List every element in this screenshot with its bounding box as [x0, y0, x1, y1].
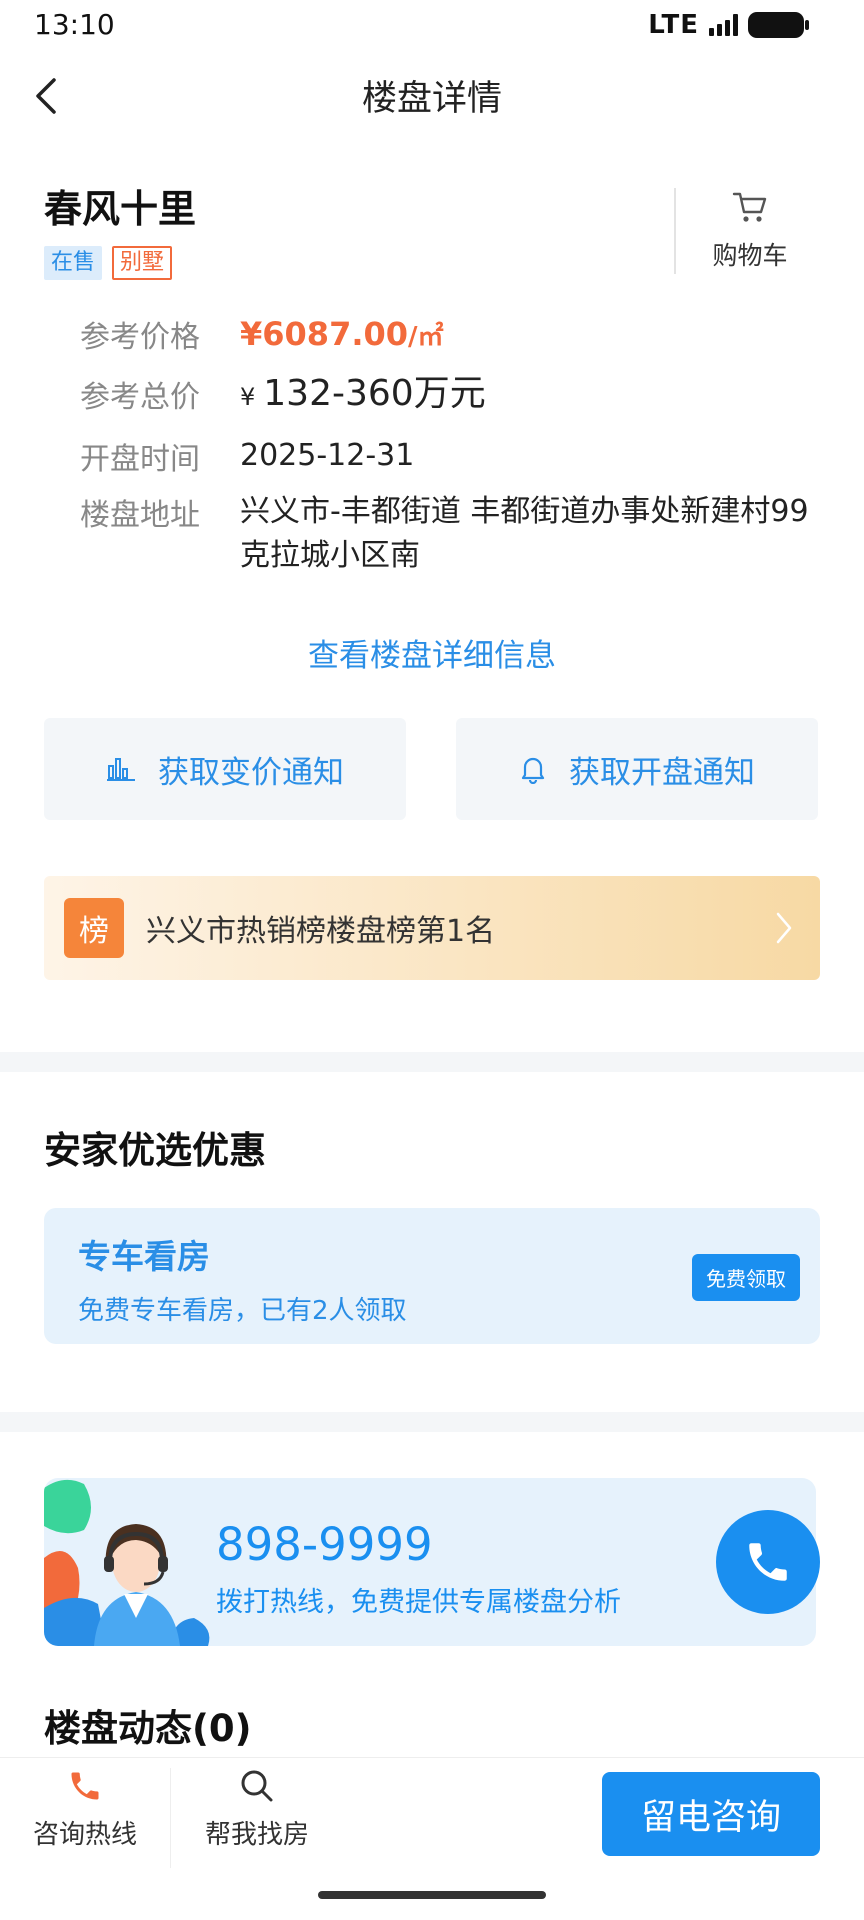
total-amount: 132-360万元	[263, 373, 486, 414]
status-icons: LTE	[648, 10, 809, 40]
phone-icon	[71, 1772, 99, 1800]
news-section-title: 楼盘动态(0)	[44, 1707, 252, 1750]
leave-phone-consult-button[interactable]: 留电咨询	[602, 1772, 820, 1856]
phone-icon	[749, 1543, 787, 1581]
detail-info-link[interactable]: 查看楼盘详细信息	[0, 630, 864, 675]
divider	[170, 1768, 171, 1868]
address-row: 楼盘地址 兴义市-丰都街道 丰都街道办事处新建村99克拉城小区南	[80, 490, 820, 578]
opening-notify-label: 获取开盘通知	[569, 754, 755, 791]
find-house-tab[interactable]: 帮我找房	[182, 1768, 332, 1851]
status-badge: 在售	[44, 246, 103, 280]
offer-desc: 免费专车看房，已有2人领取	[78, 1296, 407, 1326]
opening-notify-button[interactable]: 获取开盘通知	[456, 718, 818, 820]
call-button[interactable]	[716, 1510, 820, 1614]
price-change-notify-label: 获取变价通知	[158, 754, 344, 791]
open-value: 2025-12-31	[240, 438, 415, 473]
open-label: 开盘时间	[80, 442, 200, 477]
hot-rank-banner[interactable]: 榜 兴义市热销榜楼盘榜第1名	[44, 876, 820, 980]
hotline-desc: 拨打热线，免费提供专属楼盘分析	[216, 1587, 621, 1618]
nav-bar: 楼盘详情	[0, 60, 864, 130]
section-divider	[0, 1052, 864, 1072]
address-label: 楼盘地址	[80, 498, 200, 533]
project-info: 参考价格 ¥6087.00/㎡ 参考总价 ¥132-360万元 开盘时间 202…	[80, 312, 820, 578]
total-value: ¥132-360万元	[240, 372, 486, 434]
price-label: 参考价格	[80, 320, 200, 355]
divider	[674, 188, 676, 274]
cart-label: 购物车	[712, 241, 788, 270]
price-value: ¥6087.00/㎡	[240, 312, 444, 372]
rank-badge: 榜	[64, 898, 124, 958]
bell-icon	[521, 757, 545, 784]
chevron-right-icon	[776, 912, 792, 944]
page-title: 楼盘详情	[361, 79, 502, 119]
hotline-tab[interactable]: 咨询热线	[10, 1768, 160, 1851]
hotline-tab-label: 咨询热线	[32, 1820, 137, 1850]
rank-text: 兴义市热销榜楼盘榜第1名	[146, 914, 496, 949]
find-house-tab-label: 帮我找房	[204, 1820, 309, 1850]
status-time: 13:10	[34, 8, 115, 41]
hotline-number[interactable]: 898-9999	[216, 1518, 433, 1571]
bar-chart-icon	[107, 758, 135, 781]
project-name: 春风十里	[44, 187, 197, 231]
total-row: 参考总价 ¥132-360万元	[80, 372, 820, 434]
open-row: 开盘时间 2025-12-31	[80, 434, 820, 490]
offer-title: 专车看房	[78, 1237, 210, 1276]
price-row: 参考价格 ¥6087.00/㎡	[80, 312, 820, 372]
hotline-card[interactable]: 898-9999 拨打热线，免费提供专属楼盘分析	[44, 1478, 816, 1646]
section-divider	[0, 1412, 864, 1432]
network-type: LTE	[648, 10, 699, 40]
battery-icon	[748, 12, 809, 38]
total-label: 参考总价	[80, 380, 200, 415]
free-claim-button[interactable]: 免费领取	[692, 1254, 800, 1301]
price-unit: /㎡	[408, 322, 444, 352]
project-tags: 在售 别墅	[44, 246, 173, 280]
home-indicator	[318, 1891, 546, 1899]
offers-section-title: 安家优选优惠	[44, 1129, 266, 1172]
search-icon	[241, 1770, 273, 1802]
price-amount: ¥6087.00	[240, 315, 409, 353]
signal-icon	[709, 14, 738, 36]
cart-button[interactable]: 购物车	[700, 190, 800, 280]
offer-card[interactable]: 专车看房 免费专车看房，已有2人领取 免费领取	[44, 1208, 820, 1344]
cart-icon	[732, 192, 767, 222]
total-currency: ¥	[240, 383, 256, 411]
type-badge: 别墅	[112, 246, 173, 280]
customer-service-illustration	[44, 1479, 210, 1646]
status-bar: 13:10 LTE	[0, 0, 864, 50]
price-change-notify-button[interactable]: 获取变价通知	[44, 718, 406, 820]
address-value: 兴义市-丰都街道 丰都街道办事处新建村99克拉城小区南	[240, 494, 809, 573]
